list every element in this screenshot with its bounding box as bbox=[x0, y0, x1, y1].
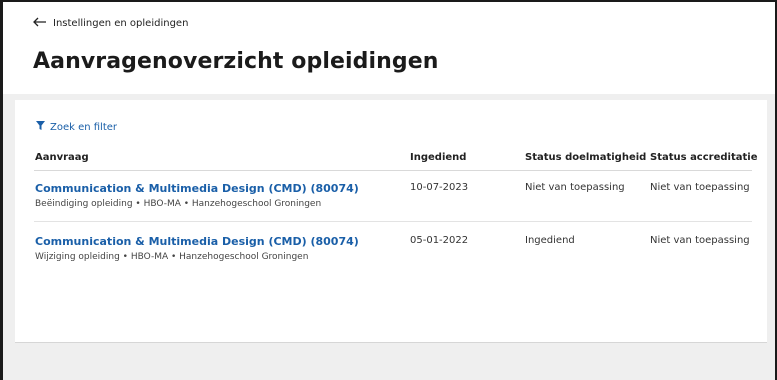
status-accreditatie: Niet van toepassing bbox=[650, 182, 750, 193]
request-title-link[interactable]: Communication & Multimedia Design (CMD) … bbox=[35, 235, 359, 248]
page-header: Instellingen en opleidingen Aanvragenove… bbox=[3, 2, 775, 94]
status-doelmatigheid: Niet van toepassing bbox=[525, 182, 625, 193]
page-title: Aanvragenoverzicht opleidingen bbox=[33, 49, 439, 74]
column-header-status-doelmatigheid[interactable]: Status doelmatigheid bbox=[525, 152, 646, 163]
search-filter-toggle[interactable]: Zoek en filter bbox=[36, 121, 117, 133]
back-link-label: Instellingen en opleidingen bbox=[53, 18, 189, 29]
column-header-aanvraag[interactable]: Aanvraag bbox=[35, 152, 89, 163]
submitted-date: 10-07-2023 bbox=[410, 182, 469, 193]
funnel-icon bbox=[36, 121, 45, 133]
request-subtitle: Beëindiging opleiding • HBO-MA • Hanzeho… bbox=[35, 199, 322, 209]
column-header-status-accreditatie[interactable]: Status accreditatie bbox=[650, 152, 758, 163]
status-accreditatie: Niet van toepassing bbox=[650, 235, 750, 246]
table-row[interactable]: Communication & Multimedia Design (CMD) … bbox=[15, 172, 767, 224]
table-row[interactable]: Communication & Multimedia Design (CMD) … bbox=[15, 225, 767, 277]
back-link[interactable]: Instellingen en opleidingen bbox=[33, 17, 188, 30]
requests-card: Zoek en filter Aanvraag Ingediend Status… bbox=[15, 100, 767, 343]
submitted-date: 05-01-2022 bbox=[410, 235, 469, 246]
header-divider bbox=[34, 170, 752, 171]
column-header-ingediend[interactable]: Ingediend bbox=[410, 152, 466, 163]
request-subtitle: Wijziging opleiding • HBO-MA • Hanzehoge… bbox=[35, 252, 309, 262]
status-doelmatigheid: Ingediend bbox=[525, 235, 575, 246]
search-filter-label: Zoek en filter bbox=[50, 121, 118, 133]
arrow-left-icon bbox=[33, 17, 47, 30]
row-divider bbox=[34, 221, 752, 222]
request-title-link[interactable]: Communication & Multimedia Design (CMD) … bbox=[35, 182, 359, 195]
